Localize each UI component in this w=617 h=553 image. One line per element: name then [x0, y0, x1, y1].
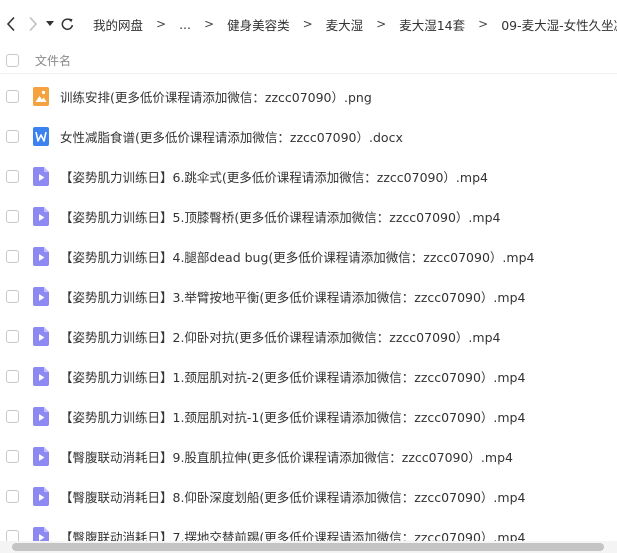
- breadcrumb-item-my-drive[interactable]: 我的网盘: [93, 15, 143, 34]
- file-name[interactable]: 【姿势肌力训练日】2.仰卧对抗(更多低价课程请添加微信：zzcc07090）.m…: [60, 327, 500, 346]
- file-row[interactable]: 【姿势肌力训练日】2.仰卧对抗(更多低价课程请添加微信：zzcc07090）.m…: [0, 316, 617, 356]
- file-name[interactable]: 【姿势肌力训练日】4.腿部dead bug(更多低价课程请添加微信：zzcc07…: [60, 247, 534, 266]
- video-file-icon: [33, 326, 49, 346]
- video-file-icon: [33, 206, 49, 226]
- file-name[interactable]: 【姿势肌力训练日】6.跳伞式(更多低价课程请添加微信：zzcc07090）.mp…: [60, 167, 488, 186]
- navigation-bar: 我的网盘 > ... > 健身美容类 > 麦大湿 > 麦大湿14套 > 09-麦…: [0, 0, 617, 48]
- file-list-header: 文件名: [0, 48, 617, 74]
- history-dropdown-button[interactable]: [46, 12, 54, 36]
- breadcrumb-separator: >: [302, 17, 313, 31]
- file-row[interactable]: 【姿势肌力训练日】1.颈屈肌对抗-1(更多低价课程请添加微信：zzcc07090…: [0, 396, 617, 436]
- file-checkbox[interactable]: [6, 169, 19, 183]
- file-row[interactable]: 【姿势肌力训练日】1.颈屈肌对抗-2(更多低价课程请添加微信：zzcc07090…: [0, 356, 617, 396]
- chevron-left-icon: [6, 16, 15, 32]
- breadcrumb-separator: >: [478, 17, 489, 31]
- file-checkbox[interactable]: [6, 209, 19, 223]
- select-all-checkbox[interactable]: [6, 54, 19, 67]
- video-file-icon: [33, 406, 49, 426]
- file-checkbox[interactable]: [6, 249, 19, 263]
- breadcrumb-separator: >: [156, 17, 167, 31]
- file-name[interactable]: 训练安排(更多低价课程请添加微信：zzcc07090）.png: [60, 87, 372, 106]
- video-file-icon: [33, 166, 49, 186]
- file-checkbox[interactable]: [6, 329, 19, 343]
- file-type-icon: [33, 366, 49, 386]
- file-browser-window: 我的网盘 > ... > 健身美容类 > 麦大湿 > 麦大湿14套 > 09-麦…: [0, 0, 617, 553]
- breadcrumb-separator: >: [204, 17, 215, 31]
- file-row[interactable]: 【姿势肌力训练日】6.跳伞式(更多低价课程请添加微信：zzcc07090）.mp…: [0, 156, 617, 196]
- file-type-icon: [33, 326, 49, 346]
- file-type-icon: [33, 486, 49, 506]
- scrollbar-thumb[interactable]: [12, 543, 604, 551]
- file-name[interactable]: 【姿势肌力训练日】5.顶膝臀桥(更多低价课程请添加微信：zzcc07090）.m…: [60, 207, 500, 226]
- video-file-icon: [33, 246, 49, 266]
- word-file-icon: [33, 126, 49, 146]
- breadcrumb: 我的网盘 > ... > 健身美容类 > 麦大湿 > 麦大湿14套 > 09-麦…: [93, 15, 617, 34]
- file-checkbox[interactable]: [6, 89, 19, 103]
- file-row[interactable]: 【姿势肌力训练日】3.举臂按地平衡(更多低价课程请添加微信：zzcc07090）…: [0, 276, 617, 316]
- file-checkbox[interactable]: [6, 409, 19, 423]
- chevron-right-icon: [29, 16, 38, 32]
- column-header-filename[interactable]: 文件名: [35, 52, 71, 69]
- refresh-icon: [61, 17, 74, 30]
- file-type-icon: [33, 126, 49, 146]
- file-row[interactable]: 【姿势肌力训练日】5.顶膝臀桥(更多低价课程请添加微信：zzcc07090）.m…: [0, 196, 617, 236]
- breadcrumb-item-fitness[interactable]: 健身美容类: [227, 15, 290, 34]
- breadcrumb-item-current-folder: 09-麦大湿-女性久坐减脂: [501, 17, 617, 33]
- video-file-icon: [33, 446, 49, 466]
- file-row[interactable]: 【臀腹联动消耗日】8.仰卧深度划船(更多低价课程请添加微信：zzcc07090）…: [0, 476, 617, 516]
- breadcrumb-item-ellipsis[interactable]: ...: [179, 17, 191, 32]
- video-file-icon: [33, 286, 49, 306]
- file-type-icon: [33, 86, 49, 106]
- breadcrumb-item-maidashi-14[interactable]: 麦大湿14套: [399, 15, 465, 34]
- image-file-icon: [33, 86, 49, 106]
- file-type-icon: [33, 446, 49, 466]
- video-file-icon: [33, 366, 49, 386]
- file-name[interactable]: 【姿势肌力训练日】1.颈屈肌对抗-2(更多低价课程请添加微信：zzcc07090…: [60, 367, 525, 386]
- file-checkbox[interactable]: [6, 489, 19, 503]
- file-checkbox[interactable]: [6, 369, 19, 383]
- breadcrumb-separator: >: [376, 17, 387, 31]
- file-type-icon: [33, 166, 49, 186]
- file-row[interactable]: 【臀腹联动消耗日】9.股直肌拉伸(更多低价课程请添加微信：zzcc07090）.…: [0, 436, 617, 476]
- caret-down-icon: [46, 21, 54, 26]
- file-checkbox[interactable]: [6, 289, 19, 303]
- horizontal-scrollbar[interactable]: [0, 541, 617, 553]
- file-type-icon: [33, 286, 49, 306]
- file-row[interactable]: 【姿势肌力训练日】4.腿部dead bug(更多低价课程请添加微信：zzcc07…: [0, 236, 617, 276]
- file-checkbox[interactable]: [6, 129, 19, 143]
- file-row[interactable]: 女性减脂食谱(更多低价课程请添加微信：zzcc07090）.docx: [0, 116, 617, 156]
- file-name[interactable]: 【臀腹联动消耗日】8.仰卧深度划船(更多低价课程请添加微信：zzcc07090）…: [60, 487, 525, 506]
- file-row[interactable]: 训练安排(更多低价课程请添加微信：zzcc07090）.png: [0, 76, 617, 116]
- file-name[interactable]: 【臀腹联动消耗日】9.股直肌拉伸(更多低价课程请添加微信：zzcc07090）.…: [60, 447, 513, 466]
- file-name[interactable]: 【姿势肌力训练日】3.举臂按地平衡(更多低价课程请添加微信：zzcc07090）…: [60, 287, 525, 306]
- file-type-icon: [33, 206, 49, 226]
- file-checkbox[interactable]: [6, 449, 19, 463]
- forward-button[interactable]: [28, 12, 38, 36]
- file-type-icon: [33, 246, 49, 266]
- file-name[interactable]: 女性减脂食谱(更多低价课程请添加微信：zzcc07090）.docx: [60, 127, 403, 146]
- file-name[interactable]: 【姿势肌力训练日】1.颈屈肌对抗-1(更多低价课程请添加微信：zzcc07090…: [60, 407, 525, 426]
- refresh-button[interactable]: [60, 12, 75, 36]
- file-type-icon: [33, 406, 49, 426]
- back-button[interactable]: [6, 12, 16, 36]
- video-file-icon: [33, 486, 49, 506]
- file-list: 训练安排(更多低价课程请添加微信：zzcc07090）.png 女性减脂食谱(更多…: [0, 76, 617, 553]
- breadcrumb-item-maidashi[interactable]: 麦大湿: [326, 15, 364, 34]
